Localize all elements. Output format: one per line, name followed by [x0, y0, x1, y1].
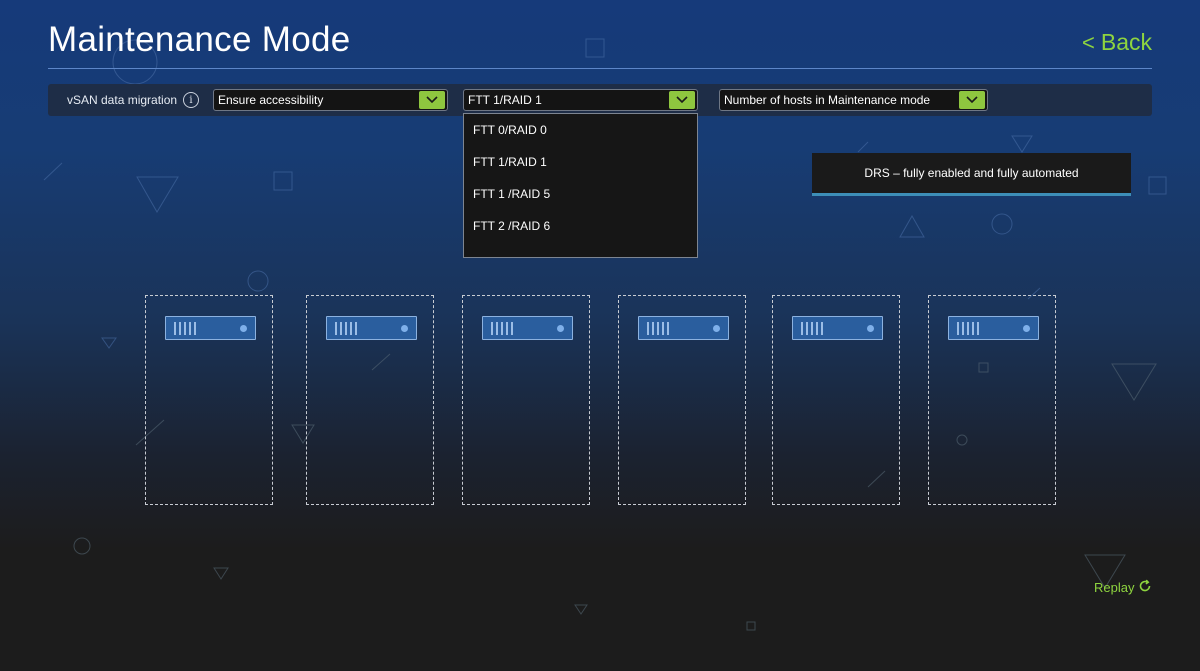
server-icon — [326, 316, 417, 340]
back-button[interactable]: < Back — [1082, 29, 1152, 56]
ftt-option[interactable]: FTT 2 /RAID 6 — [473, 219, 550, 233]
hosts-select[interactable]: Number of hosts in Maintenance mode — [719, 89, 988, 111]
ftt-option[interactable]: FTT 1/RAID 1 — [473, 155, 547, 169]
hosts-select-value: Number of hosts in Maintenance mode — [724, 93, 931, 107]
migration-select[interactable]: Ensure accessibility — [213, 89, 448, 111]
host-slot — [928, 295, 1056, 505]
ftt-option[interactable]: FTT 0/RAID 0 — [473, 123, 547, 137]
host-slot — [618, 295, 746, 505]
chevron-down-icon[interactable] — [669, 91, 695, 109]
ftt-select-value: FTT 1/RAID 1 — [468, 93, 542, 107]
chevron-down-icon[interactable] — [959, 91, 985, 109]
title-divider — [48, 68, 1152, 69]
server-icon — [165, 316, 256, 340]
migration-toolbar: vSAN data migration i Ensure accessibili… — [48, 84, 1152, 116]
host-slot — [145, 295, 273, 505]
drs-status-text: DRS – fully enabled and fully automated — [864, 166, 1079, 180]
refresh-icon — [1138, 579, 1152, 596]
server-icon — [638, 316, 729, 340]
migration-label: vSAN data migration — [67, 93, 178, 107]
server-icon — [948, 316, 1039, 340]
migration-select-value: Ensure accessibility — [218, 93, 324, 107]
host-slot — [772, 295, 900, 505]
chevron-down-icon[interactable] — [419, 91, 445, 109]
replay-label: Replay — [1094, 580, 1135, 595]
host-slot — [306, 295, 434, 505]
ftt-option[interactable]: FTT 1 /RAID 5 — [473, 187, 550, 201]
info-icon[interactable]: i — [183, 92, 199, 108]
drs-status-panel: DRS – fully enabled and fully automated — [812, 153, 1131, 196]
server-icon — [792, 316, 883, 340]
page-title: Maintenance Mode — [48, 20, 351, 59]
ftt-dropdown-menu: FTT 0/RAID 0 FTT 1/RAID 1 FTT 1 /RAID 5 … — [463, 113, 698, 258]
server-icon — [482, 316, 573, 340]
replay-button[interactable]: Replay — [1094, 579, 1152, 596]
back-label: Back — [1100, 29, 1152, 55]
host-slot — [462, 295, 590, 505]
ftt-select[interactable]: FTT 1/RAID 1 — [463, 89, 698, 111]
chevron-left-icon: < — [1082, 29, 1095, 55]
